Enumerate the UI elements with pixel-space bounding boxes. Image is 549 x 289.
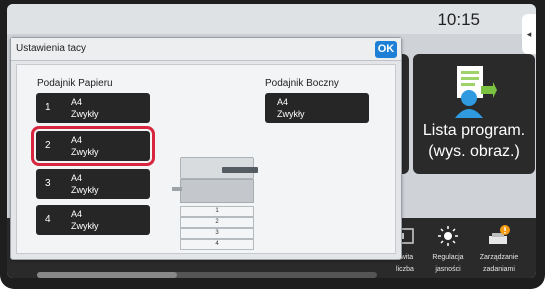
job-program-list-tile[interactable]: Lista program. (wys. obraz.): [413, 54, 535, 174]
tray-4-button[interactable]: 4 A4 Zwykły: [36, 205, 150, 235]
printer-cassette-4: 4: [180, 239, 254, 250]
printer-cassette-3: 3: [180, 228, 254, 239]
main-tray-label: Podajnik Papieru: [37, 78, 113, 89]
brightness-icon: [438, 226, 458, 246]
dialog-header: Ustawienia tacy OK: [11, 38, 401, 61]
tray-3-button[interactable]: 3 A4 Zwykły: [36, 169, 150, 199]
printer-control-panel: [222, 167, 258, 173]
printer-illustration: 1 2 3 4: [172, 157, 262, 253]
job-status-button[interactable]: Zarządzanie zadaniami: [469, 224, 529, 276]
program-list-icon: [455, 66, 497, 118]
screen-display: 10:15 ◂ Lista program. (wys. obraz.) owi…: [7, 4, 536, 278]
printer-bypass-tray: [172, 187, 182, 191]
job-status-icon: [489, 225, 510, 244]
status-bar: 10:15 ◂: [7, 4, 536, 54]
tray-settings-dialog: Ustawienia tacy OK Podajnik Papieru Poda…: [10, 37, 402, 260]
bypass-tray-label: Podajnik Boczny: [265, 78, 339, 89]
printer-body: [180, 179, 254, 203]
printer-cassette-1: 1: [180, 206, 254, 217]
dialog-title: Ustawienia tacy: [16, 43, 87, 54]
tray-1-button[interactable]: 1 A4 Zwykły: [36, 93, 150, 123]
tray-2-button[interactable]: 2 A4 Zwykły: [31, 126, 155, 166]
home-scroll-thumb[interactable]: [37, 272, 177, 278]
printer-cassette-2: 2: [180, 217, 254, 228]
device-screen: 10:15 ◂ Lista program. (wys. obraz.) owi…: [0, 0, 545, 289]
job-program-list-label: Lista program. (wys. obraz.): [422, 122, 526, 160]
bypass-tray-button[interactable]: A4 Zwykły: [265, 93, 369, 123]
clock: 10:15: [437, 10, 480, 29]
side-panel-tab[interactable]: ◂: [522, 14, 536, 54]
ok-button[interactable]: OK: [375, 41, 397, 58]
dialog-body: Podajnik Papieru Podajnik Boczny 1 A4 Zw…: [16, 64, 396, 254]
